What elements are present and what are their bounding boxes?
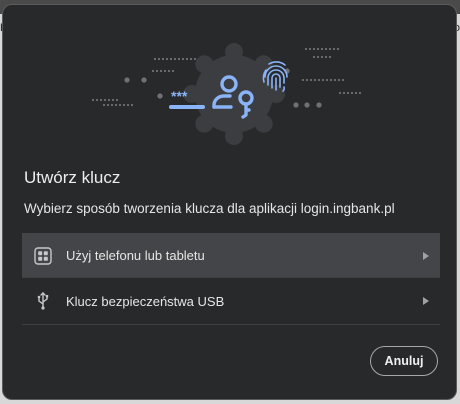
passkey-options-list: Użyj telefonu lub tabletu Klucz bezpiecz…: [22, 233, 440, 325]
password-mask: ***: [171, 88, 188, 104]
passkey-illustration: ***: [91, 43, 362, 145]
option-label: Klucz bezpieczeństwa USB: [66, 293, 225, 309]
option-label: Użyj telefonu lub tabletu: [66, 248, 205, 263]
option-phone-or-tablet[interactable]: Użyj telefonu lub tabletu: [22, 233, 440, 277]
option-usb-security-key[interactable]: Klucz bezpieczeństwa USB: [22, 277, 440, 325]
usb-icon: [32, 290, 54, 312]
create-passkey-dialog: *** Utwórz klucz Wybierz sposób tworzeni…: [2, 4, 457, 400]
phone-qr-icon: [32, 245, 54, 267]
dialog-subtitle: Wybierz sposób tworzenia klucza dla apli…: [24, 201, 395, 216]
chevron-right-icon: [420, 250, 432, 262]
dialog-title: Utwórz klucz: [24, 168, 121, 187]
chevron-right-icon: [420, 295, 432, 307]
cancel-button[interactable]: Anuluj: [370, 346, 438, 376]
decorative-dots-right: [284, 47, 362, 108]
badge-shape: [183, 43, 285, 145]
